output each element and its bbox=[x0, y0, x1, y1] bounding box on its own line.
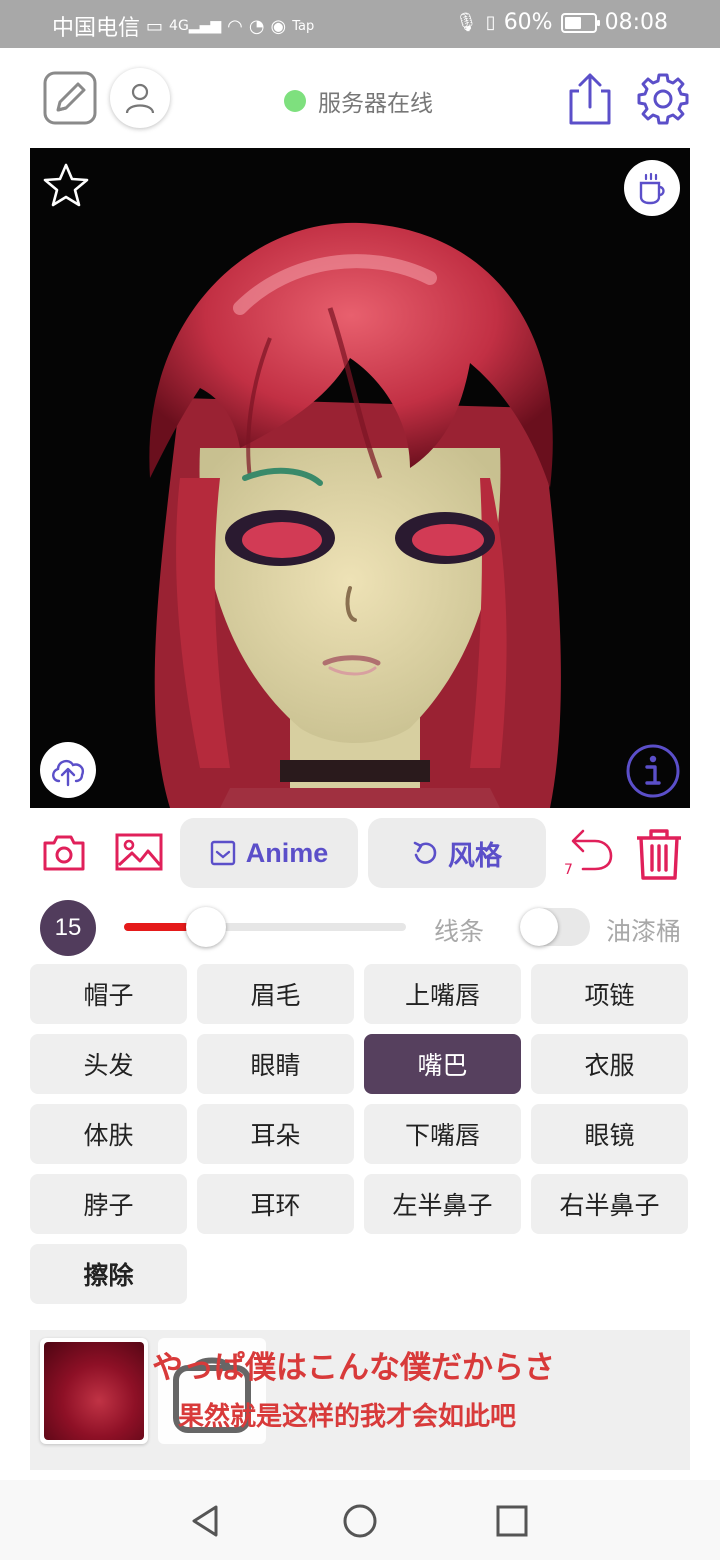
history-panel: やっぱ僕はこんな僕だからさ 果然就是这样的我才会如此吧 bbox=[30, 1330, 690, 1470]
part-button[interactable]: 头发 bbox=[30, 1034, 187, 1094]
weibo-icon: ◉ bbox=[270, 15, 287, 37]
back-button[interactable] bbox=[180, 1498, 230, 1544]
favorite-button[interactable] bbox=[40, 160, 92, 212]
home-button[interactable] bbox=[336, 1498, 384, 1544]
part-button[interactable]: 帽子 bbox=[30, 964, 187, 1024]
anime-portrait-image bbox=[30, 148, 690, 808]
part-button[interactable]: 脖子 bbox=[30, 1174, 187, 1234]
carrier-label: 中国电信 bbox=[52, 16, 141, 41]
edit-button[interactable] bbox=[40, 68, 100, 128]
paint-bucket-label: 油漆桶 bbox=[606, 917, 682, 946]
signal-icon: 4G▂▄▆ bbox=[169, 18, 222, 34]
part-button[interactable]: 耳环 bbox=[197, 1174, 354, 1234]
part-button[interactable]: 擦除 bbox=[30, 1244, 187, 1304]
hd-icon: ▭ bbox=[146, 15, 164, 37]
part-button[interactable]: 体肤 bbox=[30, 1104, 187, 1164]
status-right: 🎙︎ ▯ 60% 08:08 bbox=[455, 10, 668, 35]
share-icon bbox=[569, 73, 611, 125]
trash-icon bbox=[637, 829, 681, 880]
gear-icon bbox=[637, 73, 689, 125]
part-button[interactable]: 眉毛 bbox=[197, 964, 354, 1024]
server-status-label: 服务器在线 bbox=[318, 90, 433, 116]
line-mode-label: 线条 bbox=[434, 917, 485, 946]
subtitle-line-chinese: 果然就是这样的我才会如此吧 bbox=[178, 1402, 517, 1432]
undo-count: 7 bbox=[564, 862, 573, 878]
part-button[interactable]: 眼睛 bbox=[197, 1034, 354, 1094]
generated-portrait-canvas[interactable] bbox=[30, 148, 690, 808]
coffee-button[interactable] bbox=[624, 160, 680, 216]
subtitle-line-japanese: やっぱ僕はこんな僕だからさ bbox=[152, 1350, 555, 1386]
undo-button[interactable]: 7 bbox=[560, 824, 616, 882]
part-button[interactable]: 眼镜 bbox=[531, 1104, 688, 1164]
cloud-upload-icon bbox=[52, 759, 84, 787]
notification-app-icon: ◔ bbox=[248, 15, 265, 37]
wifi-icon: ◠ bbox=[227, 15, 243, 37]
slider-thumb[interactable] bbox=[185, 907, 226, 947]
style-label: Anime bbox=[245, 837, 329, 868]
status-left: 中国电信 ▭ 4G▂▄▆ ◠ ◔ ◉ Tap bbox=[52, 10, 314, 42]
clock: 08:08 bbox=[604, 10, 668, 35]
history-thumbnail[interactable] bbox=[40, 1338, 148, 1444]
restyle-button[interactable]: 风格 bbox=[368, 818, 546, 888]
profile-button[interactable] bbox=[110, 68, 170, 128]
status-dot bbox=[284, 90, 306, 112]
restyle-label: 风格 bbox=[448, 840, 502, 871]
refresh-icon bbox=[413, 841, 437, 864]
top-bar: 服务器在线 bbox=[0, 48, 720, 148]
part-button[interactable]: 下嘴唇 bbox=[364, 1104, 521, 1164]
brush-size-slider[interactable] bbox=[124, 907, 406, 947]
part-button[interactable]: 上嘴唇 bbox=[364, 964, 521, 1024]
gallery-button[interactable] bbox=[112, 826, 166, 878]
image-icon bbox=[115, 833, 163, 871]
settings-button[interactable] bbox=[634, 70, 692, 128]
tap-badge: Tap bbox=[292, 18, 315, 34]
paint-bucket-toggle[interactable] bbox=[520, 908, 590, 946]
part-button[interactable]: 右半鼻子 bbox=[531, 1174, 688, 1234]
style-selector-button[interactable]: Anime bbox=[180, 818, 358, 888]
part-button[interactable]: 左半鼻子 bbox=[364, 1174, 521, 1234]
battery-percent: 60% bbox=[503, 10, 553, 35]
home-circle-icon bbox=[343, 1504, 377, 1538]
brush-size-indicator: 15 bbox=[40, 900, 96, 956]
vibrate-icon: ▯ bbox=[485, 12, 496, 33]
battery-icon bbox=[560, 12, 600, 33]
upload-button[interactable] bbox=[40, 742, 96, 798]
part-button[interactable]: 嘴巴 bbox=[364, 1034, 521, 1094]
status-bar: 中国电信 ▭ 4G▂▄▆ ◠ ◔ ◉ Tap 🎙︎ ▯ 60% 08:08 bbox=[0, 0, 720, 48]
user-icon bbox=[125, 83, 155, 114]
camera-icon bbox=[43, 835, 85, 871]
info-icon bbox=[626, 744, 680, 798]
brush-row: 15 线条 油漆桶 bbox=[30, 898, 690, 958]
navigation-bar bbox=[0, 1480, 720, 1560]
part-button[interactable]: 耳朵 bbox=[197, 1104, 354, 1164]
checkbox-icon bbox=[210, 840, 235, 866]
coffee-icon bbox=[639, 172, 665, 205]
part-button[interactable]: 衣服 bbox=[531, 1034, 688, 1094]
microphone-icon: 🎙︎ bbox=[454, 12, 478, 33]
recents-square-icon bbox=[496, 1505, 528, 1537]
back-triangle-icon bbox=[192, 1505, 218, 1537]
share-button[interactable] bbox=[562, 70, 618, 128]
edit-square-icon bbox=[43, 71, 97, 125]
tool-row: Anime 风格 7 bbox=[30, 816, 690, 892]
part-button[interactable]: 项链 bbox=[531, 964, 688, 1024]
delete-button[interactable] bbox=[630, 824, 688, 884]
server-status: 服务器在线 bbox=[284, 84, 433, 118]
toggle-knob bbox=[520, 908, 558, 946]
info-button[interactable] bbox=[624, 742, 682, 800]
recents-button[interactable] bbox=[488, 1498, 536, 1544]
star-icon bbox=[43, 163, 89, 207]
camera-button[interactable] bbox=[38, 826, 90, 878]
